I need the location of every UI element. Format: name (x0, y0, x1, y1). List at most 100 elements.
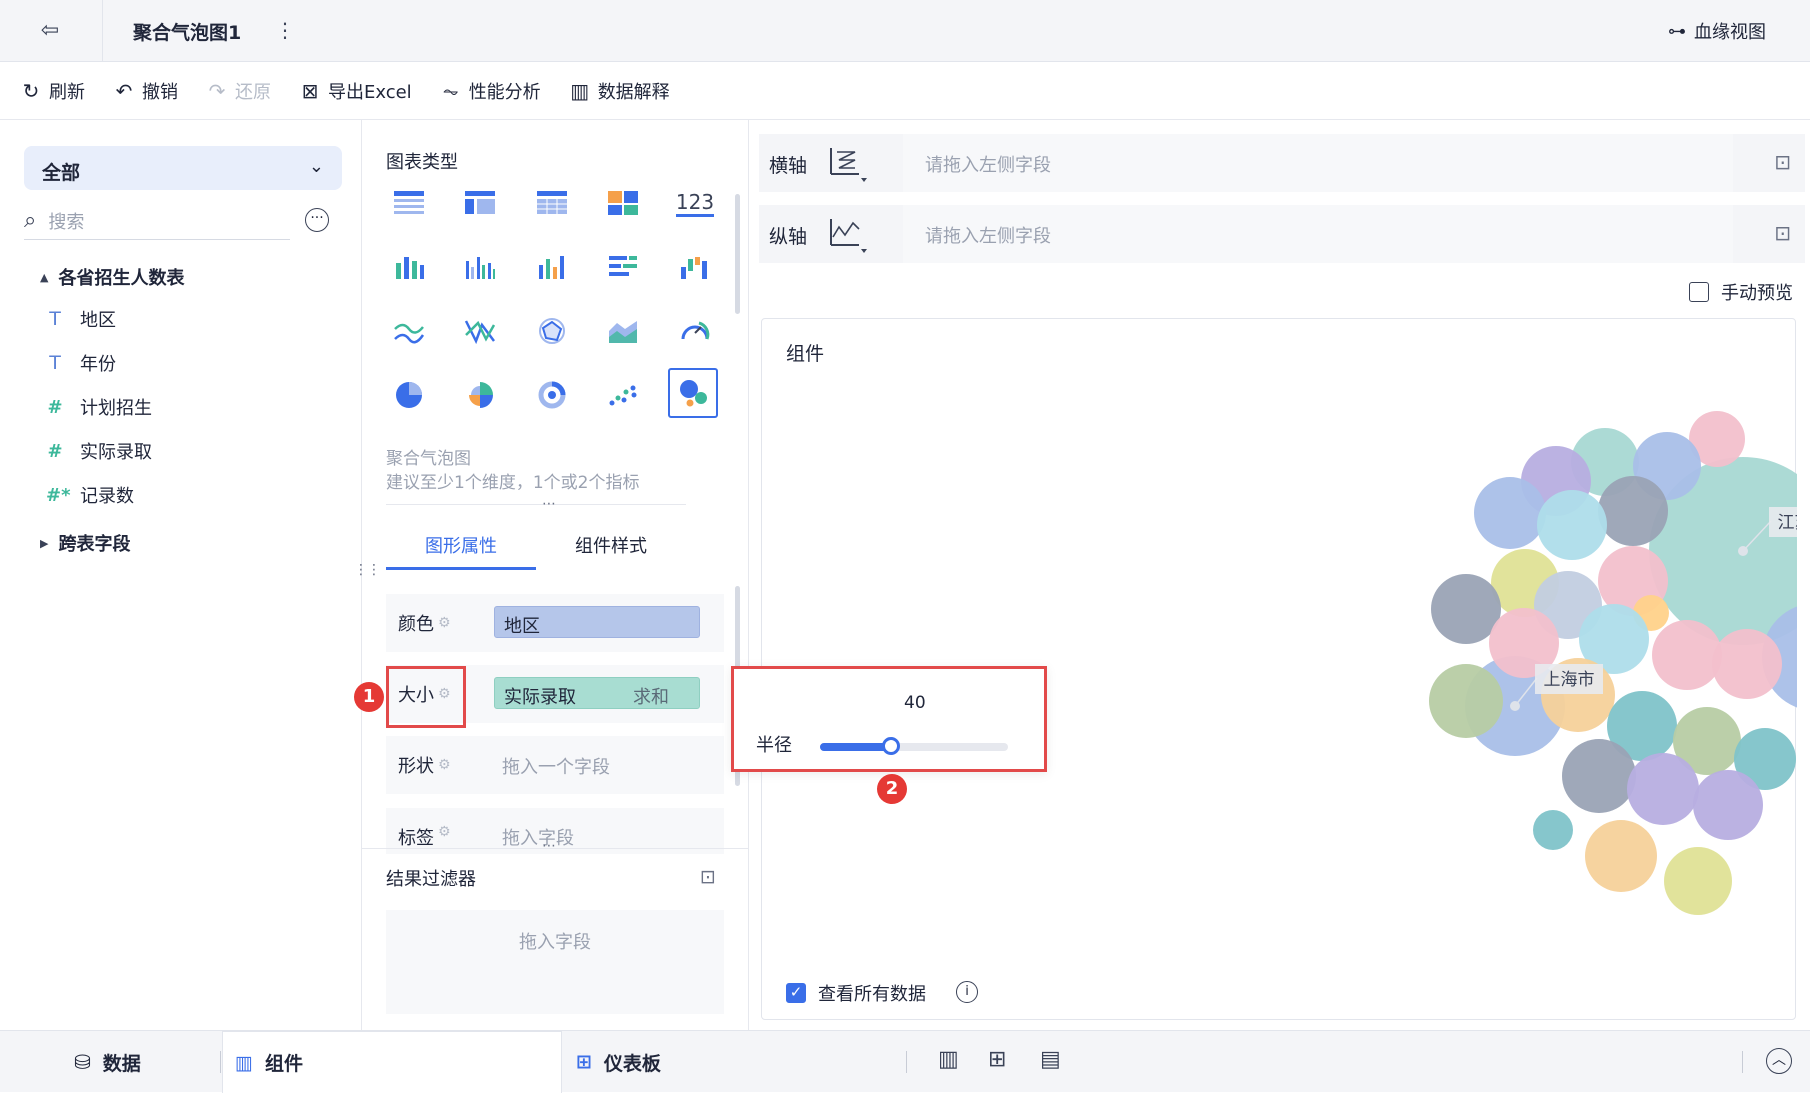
field-item[interactable]: # 计划招生 (46, 394, 152, 420)
tab-data[interactable]: ⛁ 数据 (74, 1031, 141, 1093)
bar-chart-icon[interactable] (529, 244, 575, 290)
gauge-chart-icon[interactable] (672, 308, 718, 354)
bubble[interactable] (1693, 770, 1763, 840)
field-label: 地区 (80, 310, 116, 331)
field-item[interactable]: #* 记录数 (46, 482, 134, 508)
performance-button[interactable]: ⏦ 性能分析 (440, 78, 541, 104)
bubble[interactable] (1598, 476, 1668, 546)
line-chart-icon[interactable] (386, 308, 432, 354)
y-axis-placeholder: 请拖入左侧字段 (925, 226, 1051, 247)
tag-drop-zone[interactable]: 拖入字段 (502, 824, 574, 850)
resize-handle[interactable]: ⋯ (542, 496, 556, 512)
bubble[interactable] (1585, 820, 1657, 892)
search-input[interactable]: ⌕ 搜索 (24, 202, 290, 240)
tab-component[interactable]: ▥ 组件 (222, 1031, 562, 1093)
waterfall-icon[interactable] (672, 244, 718, 290)
tab-dashboard[interactable]: ⊞ 仪表板 (576, 1031, 661, 1093)
polyline-chart-icon[interactable] (457, 308, 503, 354)
grouped-bar-icon[interactable] (457, 244, 503, 290)
field-item[interactable]: T 地区 (46, 306, 116, 332)
rose-chart-icon[interactable] (457, 372, 503, 418)
treemap-icon[interactable] (600, 180, 646, 226)
donut-chart-icon[interactable] (529, 372, 575, 418)
stacked-bar-icon[interactable] (386, 244, 432, 290)
export-excel-button[interactable]: ⊠ 导出Excel (299, 78, 412, 104)
x-axis-type-icon[interactable] (825, 144, 869, 186)
text-type-icon: T (49, 308, 61, 330)
gear-icon[interactable]: ⚙ (438, 615, 451, 631)
refresh-button[interactable]: ↻ 刷新 (20, 78, 85, 104)
field-item[interactable]: T 年份 (46, 350, 116, 376)
exit-icon[interactable]: ⇦ (36, 17, 64, 45)
x-axis-row: 横轴 请拖入左侧字段 ⊡ (759, 134, 1805, 192)
x-axis-drop-zone[interactable]: 请拖入左侧字段 (903, 134, 1733, 192)
bubble[interactable] (1474, 477, 1546, 549)
cross-table-node[interactable]: ▶ 跨表字段 (40, 530, 130, 556)
divider (362, 848, 749, 849)
highlight-size-box (386, 666, 466, 728)
field-sidebar: 全部 ⌄ ⌕ 搜索 ··· ▲ 各省招生人数表 T 地区 T 年份 # 计划招生 # 实… (0, 120, 362, 1030)
chart-type-scrollbar[interactable] (735, 194, 740, 314)
radius-slider[interactable] (820, 737, 1008, 755)
area-chart-icon[interactable] (600, 308, 646, 354)
refresh-icon: ↻ (22, 78, 40, 103)
aggregation-label[interactable]: 求和 (633, 683, 669, 709)
crosstab-chart-icon[interactable] (457, 180, 503, 226)
bubble[interactable] (1664, 847, 1732, 915)
add-report-icon[interactable]: ▤ (1040, 1047, 1061, 1072)
bubble[interactable] (1537, 490, 1607, 560)
view-all-checkbox[interactable]: ✓ (786, 983, 806, 1003)
bubble[interactable] (1627, 753, 1699, 825)
text-type-icon: T (49, 352, 61, 374)
tag-label: 标签 (398, 828, 434, 849)
property-tabs: 图形属性 组件样式 (386, 518, 686, 570)
scope-dropdown[interactable]: 全部 ⌄ (24, 146, 342, 190)
bubble-chart-icon[interactable] (668, 368, 718, 418)
chevron-up-icon[interactable]: ︿ (1766, 1048, 1792, 1074)
redo-button[interactable]: ↷ 还原 (206, 78, 271, 104)
y-axis-settings-icon[interactable]: ⊡ (1774, 221, 1791, 245)
pie-chart-icon[interactable] (386, 372, 432, 418)
table-chart-icon[interactable] (386, 180, 432, 226)
resize-handle[interactable]: ⋯ (542, 838, 556, 854)
undo-button[interactable]: ↶ 撤销 (113, 78, 178, 104)
gear-icon[interactable]: ⚙ (438, 757, 451, 773)
add-component-icon[interactable]: ▥ (938, 1047, 959, 1072)
x-axis-label: 横轴 (769, 155, 808, 177)
gear-icon[interactable]: ⚙ (438, 824, 451, 840)
info-icon[interactable]: i (956, 981, 978, 1003)
dashboard-icon: ⊞ (576, 1051, 592, 1073)
horizontal-bar-icon[interactable] (600, 244, 646, 290)
field-item[interactable]: # 实际录取 (46, 438, 152, 464)
table-node[interactable]: ▲ 各省招生人数表 (40, 264, 184, 290)
tab-graphic-properties[interactable]: 图形属性 (386, 518, 536, 570)
tab-component-style[interactable]: 组件样式 (536, 518, 686, 570)
number-type-icon: # (47, 396, 63, 418)
bubble[interactable] (1533, 810, 1573, 850)
filter-settings-icon[interactable]: ⊡ (700, 866, 716, 888)
more-options-icon[interactable]: ··· (305, 208, 329, 232)
color-field-pill[interactable]: 地区 (494, 606, 700, 638)
y-axis-drop-zone[interactable]: 请拖入左侧字段 (903, 205, 1733, 263)
more-icon[interactable]: ⋮ (275, 18, 295, 42)
detail-table-icon[interactable] (529, 180, 575, 226)
size-field-pill[interactable]: 实际录取 求和 (494, 677, 700, 709)
x-axis-settings-icon[interactable]: ⊡ (1774, 150, 1791, 174)
kpi-number-icon[interactable]: 123 (672, 180, 718, 226)
radar-chart-icon[interactable] (529, 308, 575, 354)
shape-drop-zone[interactable]: 拖入一个字段 (502, 753, 610, 779)
bubble[interactable] (1652, 620, 1722, 690)
lineage-icon: ⊶ (1668, 20, 1686, 42)
database-icon: ⛁ (74, 1050, 91, 1074)
radius-slider-handle[interactable] (882, 737, 901, 755)
bubble[interactable] (1712, 629, 1782, 699)
lineage-view-button[interactable]: ⊶ 血缘视图 (1668, 18, 1766, 44)
scatter-chart-icon[interactable] (600, 372, 646, 418)
y-axis-type-icon[interactable] (825, 215, 869, 257)
manual-preview-checkbox[interactable] (1689, 282, 1709, 302)
bubble[interactable] (1562, 739, 1636, 813)
add-dashboard-icon[interactable]: ⊞ (988, 1047, 1006, 1072)
bubble[interactable] (1429, 664, 1503, 738)
filter-drop-zone[interactable]: 拖入字段 (386, 910, 724, 1014)
data-explain-button[interactable]: ▥ 数据解释 (569, 78, 669, 104)
